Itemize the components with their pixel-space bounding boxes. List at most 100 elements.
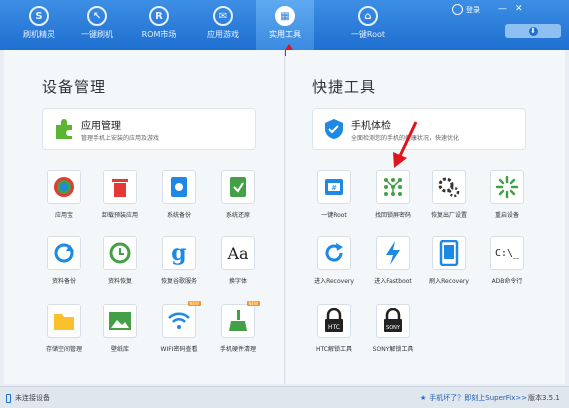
tile-factory-reset[interactable]: 恢复出厂设置 — [420, 170, 478, 219]
nav-label: ROM市场 — [141, 30, 177, 39]
tile-uninstall-preinstalled[interactable]: 卸载预装应用 — [91, 170, 149, 219]
tile-sony-unlock[interactable]: SONY SONY解锁工具 — [364, 304, 422, 353]
gears-icon — [432, 170, 466, 204]
trash-icon — [103, 170, 137, 204]
card-subtitle: 管理手机上安装的应用及游戏 — [81, 135, 160, 142]
tile-data-backup[interactable]: 资料备份 — [35, 236, 93, 285]
lock-sony-icon: SONY — [376, 304, 410, 338]
tile-label: 卸载预装应用 — [101, 212, 138, 219]
tile-label: 一键Root — [321, 212, 347, 219]
root-icon: ⌂ — [358, 6, 378, 26]
connection-status: 未连接设备 — [6, 393, 50, 403]
tile-recover-lock-password[interactable]: 找回锁屏密码 — [364, 170, 422, 219]
mail-icon: ✉ — [213, 6, 233, 26]
tile-label: SONY解锁工具 — [372, 346, 414, 353]
tile-storage-management[interactable]: 存储空间管理 — [35, 304, 93, 353]
card-title: 手机体检 — [351, 121, 391, 132]
tile-label: HTC解锁工具 — [315, 346, 352, 353]
cursor-icon: ↖ — [87, 6, 107, 26]
svg-text:SONY: SONY — [386, 325, 401, 331]
wifi-icon: NEW — [162, 301, 201, 338]
tile-label: 系统还原 — [225, 212, 250, 219]
tile-label: ADB命令行 — [491, 278, 523, 285]
tile-restore-google-services[interactable]: g 恢复谷歌服务 — [150, 236, 208, 285]
tile-label: 恢复出厂设置 — [430, 212, 467, 219]
nav-rom-market[interactable]: R ROM市场 — [130, 0, 188, 50]
app-management-card[interactable]: 应用管理 管理手机上安装的应用及游戏 — [42, 108, 256, 150]
terminal-icon: C:\_ — [490, 236, 524, 270]
font-icon: Aa — [221, 236, 255, 270]
status-bar: 未连接设备 ★ 手机坏了？即刻上SuperFix>> 版本3.5.1 — [0, 386, 569, 408]
android-icon: # — [317, 170, 351, 204]
tile-hardware-cleanup[interactable]: NEW 手机硬件清理 — [209, 301, 267, 353]
tile-enter-recovery[interactable]: 进入Recovery — [305, 236, 363, 285]
tile-label: 壁纸库 — [110, 346, 129, 353]
window-controls: — ✕ — [498, 4, 523, 14]
tile-label: 手机硬件清理 — [219, 346, 256, 353]
nav-label: 刷机精灵 — [23, 30, 55, 39]
download-manager-button[interactable]: ⬇ — [505, 24, 561, 38]
clock-icon — [103, 236, 137, 270]
tile-wifi-password[interactable]: NEW WIFI密码查看 — [150, 301, 208, 353]
svg-text:#: # — [331, 184, 337, 192]
quick-tools-panel: 快捷工具 手机体检 全面检测您的手机的健康状况，快速优化 # 一键Root 找回… — [286, 50, 565, 384]
new-badge: NEW — [187, 301, 201, 306]
new-badge: NEW — [246, 301, 260, 306]
shield-check-icon — [325, 119, 343, 139]
superfix-label: 手机坏了？即刻上SuperFix>> — [429, 394, 528, 402]
tile-label: 应用宝 — [54, 212, 73, 219]
avatar-icon — [452, 4, 463, 15]
restore-icon — [221, 170, 255, 204]
broom-icon: NEW — [221, 301, 260, 338]
tile-system-restore[interactable]: 系统还原 — [209, 170, 267, 219]
picture-icon — [103, 304, 137, 338]
tile-label: 存储空间管理 — [45, 346, 82, 353]
nav-utility-tools[interactable]: ▦ 实用工具 — [256, 0, 314, 50]
tile-app-store[interactable]: 应用宝 — [35, 170, 93, 219]
spinner-icon — [490, 170, 524, 204]
tile-label: 资料恢复 — [107, 278, 132, 285]
download-icon: ⬇ — [528, 26, 538, 36]
version-label: 版本3.5.1 — [528, 394, 560, 402]
svg-text:HTC: HTC — [328, 324, 340, 331]
tile-wallpaper-library[interactable]: 壁纸库 — [91, 304, 149, 353]
nav-one-click-flash[interactable]: ↖ 一键刷机 — [68, 0, 126, 50]
minimize-button[interactable]: — — [498, 4, 507, 14]
tile-reboot-device[interactable]: 重启设备 — [478, 170, 536, 219]
star-icon: ★ — [420, 394, 427, 402]
backup-icon — [162, 170, 196, 204]
connection-label: 未连接设备 — [15, 394, 50, 402]
sync-icon — [47, 236, 81, 270]
top-navigation-bar: S 刷机精灵 ↖ 一键刷机 R ROM市场 ✉ 应用游戏 ▦ 实用工具 ⌂ 一键… — [0, 0, 569, 50]
nav-label: 一键Root — [350, 30, 386, 39]
tile-label: 进入Recovery — [314, 278, 354, 285]
tile-flash-recovery[interactable]: 刷入Recovery — [420, 236, 478, 285]
device-management-panel: 设备管理 应用管理 管理手机上安装的应用及游戏 应用宝 卸载预装应用 系统备份 … — [4, 50, 285, 384]
tile-label: 重启设备 — [494, 212, 519, 219]
tablet-icon — [432, 236, 466, 270]
nav-apps-games[interactable]: ✉ 应用游戏 — [194, 0, 252, 50]
google-icon: g — [162, 236, 196, 270]
close-button[interactable]: ✕ — [515, 4, 523, 14]
r-icon: R — [149, 6, 169, 26]
nav-one-click-root[interactable]: ⌂ 一键Root — [338, 0, 398, 50]
tile-adb-command-line[interactable]: C:\_ ADB命令行 — [478, 236, 536, 285]
tile-system-backup[interactable]: 系统备份 — [150, 170, 208, 219]
annotation-arrow-right — [393, 121, 418, 168]
nav-label: 实用工具 — [269, 30, 301, 39]
tile-htc-unlock[interactable]: HTC HTC解锁工具 — [305, 304, 363, 353]
nav-shuajijingling[interactable]: S 刷机精灵 — [10, 0, 68, 50]
phone-icon — [6, 393, 11, 403]
login-button[interactable]: 登录 — [452, 4, 480, 15]
tile-one-click-root[interactable]: # 一键Root — [305, 170, 363, 219]
tile-label: 系统备份 — [166, 212, 191, 219]
nav-label: 应用游戏 — [207, 30, 239, 39]
tile-change-font[interactable]: Aa 换字体 — [209, 236, 267, 285]
lightning-icon — [376, 236, 410, 270]
refresh-icon — [317, 236, 351, 270]
tile-label: 资料备份 — [51, 278, 76, 285]
tile-enter-fastboot[interactable]: 进入Fastboot — [364, 236, 422, 285]
superfix-link[interactable]: ★ 手机坏了？即刻上SuperFix>> — [420, 393, 527, 403]
tile-label: 换字体 — [228, 278, 247, 285]
tile-data-restore[interactable]: 资料恢复 — [91, 236, 149, 285]
